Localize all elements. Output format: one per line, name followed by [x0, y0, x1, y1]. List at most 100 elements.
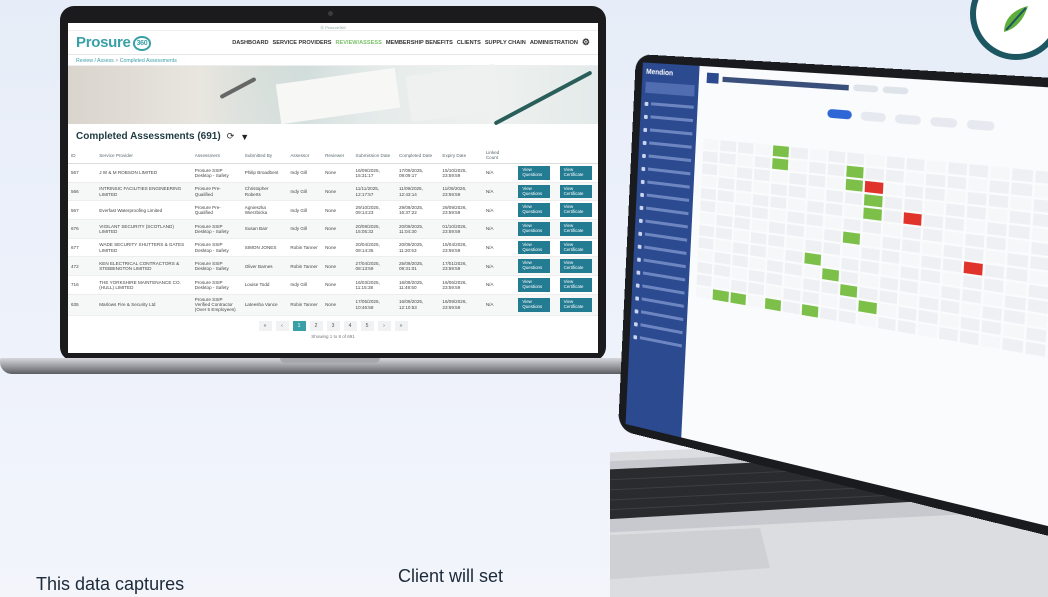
matrix-cell[interactable] [902, 225, 922, 240]
matrix-cell[interactable] [731, 267, 748, 281]
matrix-cell[interactable] [985, 250, 1006, 265]
matrix-cell[interactable] [946, 175, 967, 190]
matrix-cell[interactable] [840, 284, 858, 298]
matrix-cell[interactable] [1011, 182, 1032, 197]
matrix-cell[interactable] [844, 205, 863, 219]
matrix-cell[interactable] [754, 156, 771, 169]
matrix-cell[interactable] [1005, 281, 1027, 297]
matrix-cell[interactable] [905, 171, 925, 185]
matrix-cell[interactable] [962, 275, 983, 290]
matrix-cell[interactable] [940, 285, 960, 301]
matrix-cell[interactable] [801, 304, 819, 318]
matrix-cell[interactable] [959, 330, 980, 346]
matrix-cell[interactable] [920, 282, 939, 297]
sidebar-action-button[interactable] [645, 81, 695, 97]
matrix-cell[interactable] [803, 265, 821, 279]
matrix-cell[interactable] [1027, 298, 1048, 314]
matrix-cell[interactable] [945, 203, 965, 218]
matrix-cell[interactable] [840, 270, 859, 285]
sidebar-item[interactable] [642, 151, 692, 165]
matrix-cell[interactable] [751, 206, 769, 220]
matrix-cell[interactable] [715, 227, 732, 240]
matrix-cell[interactable] [729, 292, 746, 306]
matrix-cell[interactable] [782, 300, 800, 315]
matrix-cell[interactable] [990, 166, 1011, 180]
matrix-cell[interactable] [1030, 241, 1048, 257]
matrix-cell[interactable] [734, 192, 751, 205]
matrix-cell[interactable] [838, 310, 857, 325]
matrix-cell[interactable] [943, 244, 963, 259]
matrix-cell[interactable] [858, 300, 877, 315]
matrix-cell[interactable] [1024, 341, 1046, 357]
filter-pill[interactable] [882, 86, 909, 95]
nav-administration[interactable]: ADMINISTRATION [530, 40, 578, 46]
matrix-cell[interactable] [988, 194, 1009, 209]
table-row[interactable]: 567 Everfast Waterproofing Limited Prosu… [68, 200, 598, 221]
col-reviewer[interactable]: Reviewer [322, 147, 353, 164]
matrix-cell[interactable] [765, 285, 783, 299]
matrix-cell[interactable] [1034, 170, 1048, 185]
sidebar-item[interactable] [643, 125, 693, 139]
nav-supply-chain[interactable]: SUPPLY CHAIN [485, 40, 526, 46]
matrix-cell[interactable] [884, 183, 904, 197]
matrix-cell[interactable] [788, 185, 806, 199]
table-row[interactable]: 472 KEN ELECTRICAL CONTRACTORS & STEBBIN… [68, 256, 598, 277]
matrix-cell[interactable] [965, 219, 986, 234]
matrix-cell[interactable] [939, 299, 960, 315]
view-questions-button[interactable]: View Questions [518, 297, 551, 312]
matrix-cell[interactable] [823, 242, 841, 256]
matrix-cell[interactable] [717, 190, 734, 203]
matrix-cell[interactable] [767, 247, 785, 261]
filter-icon[interactable]: ▼ [240, 132, 249, 142]
matrix-cell[interactable] [860, 273, 879, 288]
matrix-cell[interactable] [986, 236, 1007, 251]
matrix-cell[interactable] [901, 239, 921, 254]
view-questions-button[interactable]: View Questions [518, 259, 551, 274]
matrix-cell[interactable] [843, 218, 862, 232]
matrix-cell[interactable] [964, 247, 984, 262]
matrix-cell[interactable] [789, 172, 807, 186]
matrix-cell[interactable] [733, 217, 750, 230]
matrix-cell[interactable] [699, 224, 715, 238]
matrix-cell[interactable] [701, 175, 717, 188]
matrix-cell[interactable] [700, 200, 716, 213]
matrix-cell[interactable] [1006, 267, 1028, 282]
matrix-cell[interactable] [846, 165, 865, 179]
matrix-cell[interactable] [826, 176, 845, 190]
matrix-cell[interactable] [980, 334, 1001, 350]
page-3-button[interactable]: 3 [326, 320, 340, 331]
page-prev-button[interactable]: ‹ [275, 320, 289, 331]
matrix-cell[interactable] [926, 173, 946, 188]
matrix-cell[interactable] [984, 278, 1004, 293]
matrix-cell[interactable] [786, 224, 804, 238]
matrix-cell[interactable] [1012, 168, 1033, 183]
matrix-cell[interactable] [788, 198, 806, 212]
matrix-cell[interactable] [784, 262, 802, 276]
matrix-cell[interactable] [716, 214, 733, 228]
matrix-cell[interactable] [901, 252, 920, 267]
sidebar-logo[interactable]: Mendion [646, 69, 695, 79]
matrix-cell[interactable] [968, 164, 989, 178]
matrix-cell[interactable] [719, 152, 736, 165]
page-next-button[interactable]: › [377, 320, 391, 331]
matrix-cell[interactable] [862, 220, 881, 235]
matrix-cell[interactable] [842, 231, 861, 245]
matrix-cell[interactable] [768, 234, 785, 248]
matrix-cell[interactable] [703, 138, 719, 151]
col-completed-date[interactable]: Completed Date [395, 147, 440, 164]
matrix-cell[interactable] [881, 250, 900, 264]
matrix-cell[interactable] [882, 223, 901, 237]
matrix-cell[interactable] [877, 316, 896, 331]
matrix-cell[interactable] [808, 161, 826, 175]
matrix-cell[interactable] [919, 296, 939, 311]
matrix-cell[interactable] [1007, 253, 1028, 268]
view-certificate-button[interactable]: View Certificate [559, 278, 592, 292]
table-row[interactable]: 676 VIGILANT SECURITY (SCOTLAND) LIMITED… [68, 219, 598, 239]
matrix-cell[interactable] [923, 228, 942, 243]
matrix-cell[interactable] [926, 160, 946, 174]
matrix-cell[interactable] [960, 316, 980, 332]
matrix-cell[interactable] [1004, 309, 1025, 325]
nav-dashboard[interactable]: DASHBOARD [232, 40, 268, 46]
matrix-cell[interactable] [921, 255, 941, 270]
page-first-button[interactable]: « [258, 320, 272, 331]
